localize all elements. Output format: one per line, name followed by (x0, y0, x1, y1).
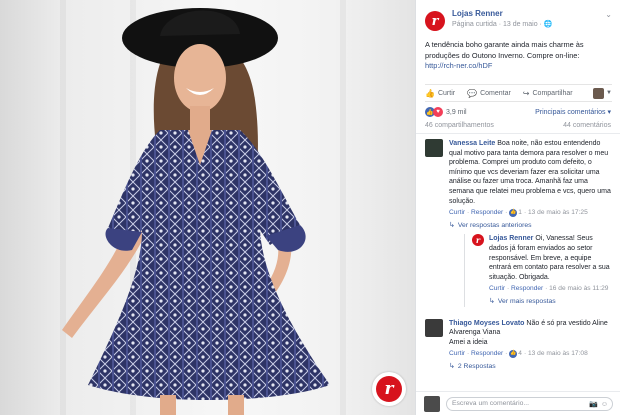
view-replies-label: 2 Respostas (457, 362, 496, 370)
reply-item: r Lojas Renner Oi, Vanessa! Seus dados j… (464, 234, 611, 307)
chevron-down-icon[interactable]: ⌄ (605, 10, 612, 36)
comment-body: Thiago Moyses Lovato Não é só pra vestid… (449, 319, 611, 372)
comment-label: Comentar (480, 89, 511, 97)
reactions-bar: 👍 ♥ 3,9 mil Principais comentários ▾ (416, 102, 620, 122)
view-more-replies[interactable]: ↳ Ver mais respostas (489, 297, 611, 307)
share-button[interactable]: ↪ Compartilhar (523, 89, 573, 98)
comment-reply-link[interactable]: Responder (471, 208, 503, 218)
model-illustration (62, 8, 330, 415)
comment-like-count[interactable]: 👍 4 (509, 349, 522, 359)
commenter-name[interactable]: Thiago Moyses Lovato (449, 320, 524, 327)
comment-button[interactable]: 💬 Comentar (467, 89, 511, 98)
thumbs-up-icon: 👍 (425, 88, 435, 98)
caption-link[interactable]: http://rch-ner.co/hDF (425, 61, 492, 70)
share-label: Compartilhar (532, 89, 573, 97)
renner-r-icon: r (376, 376, 402, 402)
comment-like-link[interactable]: Curtir (449, 349, 465, 359)
comment-item: Vanessa Leite Boa noite, não estou enten… (416, 137, 620, 307)
caption-text: A tendência boho garante ainda mais char… (425, 40, 584, 60)
reply-body: Lojas Renner Oi, Vanessa! Seus dados já … (489, 234, 611, 306)
speech-bubble-icon: 💬 (467, 88, 478, 98)
commenter-name[interactable]: Vanessa Leite (449, 140, 495, 147)
reaction-count[interactable]: 3,9 mil (446, 109, 467, 116)
like-button[interactable]: 👍 Curtir (425, 89, 455, 98)
globe-icon: 🌐 (543, 21, 553, 28)
comment-footer: Curtir · Responder · 👍 4 · 13 de maio às 1… (449, 349, 588, 359)
comment-like-link[interactable]: Curtir (449, 208, 465, 218)
facebook-photo-viewer: r r Lojas Renner Página curtida · 13 de … (0, 0, 620, 415)
reply-author[interactable]: Lojas Renner (489, 235, 533, 242)
comment-composer: Escreva um comentário... 📷 ☺ (416, 391, 620, 415)
reply-reply-link[interactable]: Responder (511, 284, 543, 294)
camera-icon[interactable]: 📷 (589, 401, 598, 408)
comment-item: Thiago Moyses Lovato Não é só pra vestid… (416, 317, 620, 372)
reply-like-link[interactable]: Curtir (489, 284, 505, 294)
renner-logo-badge: r (372, 372, 406, 406)
comment-text: Boa noite, não estou entendendo qual mot… (449, 140, 611, 205)
reply-footer: Curtir · Responder · 16 de maio às 11:29 (489, 284, 609, 294)
like-reaction-icon: 👍 (509, 208, 518, 217)
love-reaction-icon: ♥ (433, 107, 443, 117)
post-header: r Lojas Renner Página curtida · 13 de ma… (416, 0, 620, 36)
view-replies[interactable]: ↳ 2 Respostas (449, 362, 611, 372)
comment-sort-dropdown[interactable]: Principais comentários ▾ (535, 108, 611, 116)
commenter-avatar[interactable] (425, 318, 443, 337)
comment-likes-value: 1 (518, 209, 522, 217)
comment-input[interactable]: Escreva um comentário... 📷 ☺ (446, 396, 613, 411)
smiley-icon[interactable]: ☺ (601, 401, 608, 408)
comment-text-line2: Amei a ideia (449, 338, 488, 346)
reply-time[interactable]: 16 de maio às 11:29 (549, 284, 608, 294)
post-photo[interactable]: r (0, 0, 415, 415)
post-counts: 46 compartilhamentos 44 comentários (416, 122, 620, 134)
reply-arrow-icon: ↳ (489, 297, 495, 305)
post-date[interactable]: Página curtida · 13 de maio · (452, 21, 542, 28)
view-more-replies-label: Ver mais respostas (497, 297, 556, 305)
commenter-avatar[interactable] (425, 139, 443, 157)
comment-time[interactable]: 13 de maio às 17:08 (528, 349, 588, 359)
post-actions: 👍 Curtir 💬 Comentar ↪ Compartilhar ▼ (425, 84, 612, 102)
comment-body: Vanessa Leite Boa noite, não estou enten… (449, 139, 611, 307)
reply-arrow-icon: ↳ (449, 221, 455, 229)
comments-count[interactable]: 44 comentários (563, 122, 611, 133)
view-previous-replies-label: Ver respostas anteriores (457, 221, 532, 229)
comment-placeholder: Escreva um comentário... (452, 400, 530, 407)
post-meta: Lojas Renner Página curtida · 13 de maio… (452, 8, 605, 36)
view-previous-replies[interactable]: ↳ Ver respostas anteriores (449, 221, 611, 231)
share-arrow-icon: ↪ (522, 88, 530, 98)
post-subtitle: Página curtida · 13 de maio · 🌐 (452, 19, 605, 30)
reply-arrow-icon: ↳ (449, 362, 455, 370)
caret-down-icon[interactable]: ▼ (606, 90, 612, 96)
page-avatar-small[interactable]: r (472, 234, 484, 247)
page-avatar[interactable]: r (425, 11, 445, 31)
comment-like-count[interactable]: 👍 1 (509, 208, 522, 218)
viewer-avatar[interactable] (593, 87, 605, 99)
post-caption: A tendência boho garante ainda mais char… (416, 36, 620, 76)
comment-reply-link[interactable]: Responder (471, 349, 503, 359)
like-label: Curtir (437, 89, 456, 97)
comment-footer: Curtir · Responder · 👍 1 · 13 de maio às 1… (449, 208, 588, 218)
comment-time[interactable]: 13 de maio às 17:25 (528, 208, 588, 218)
comment-likes-value: 4 (518, 350, 522, 358)
viewer-avatar[interactable] (424, 395, 440, 412)
like-reaction-icon: 👍 (509, 350, 518, 359)
shares-count[interactable]: 46 compartilhamentos (425, 122, 494, 133)
post-sidebar: r Lojas Renner Página curtida · 13 de ma… (415, 0, 620, 415)
page-name-link[interactable]: Lojas Renner (452, 8, 605, 19)
